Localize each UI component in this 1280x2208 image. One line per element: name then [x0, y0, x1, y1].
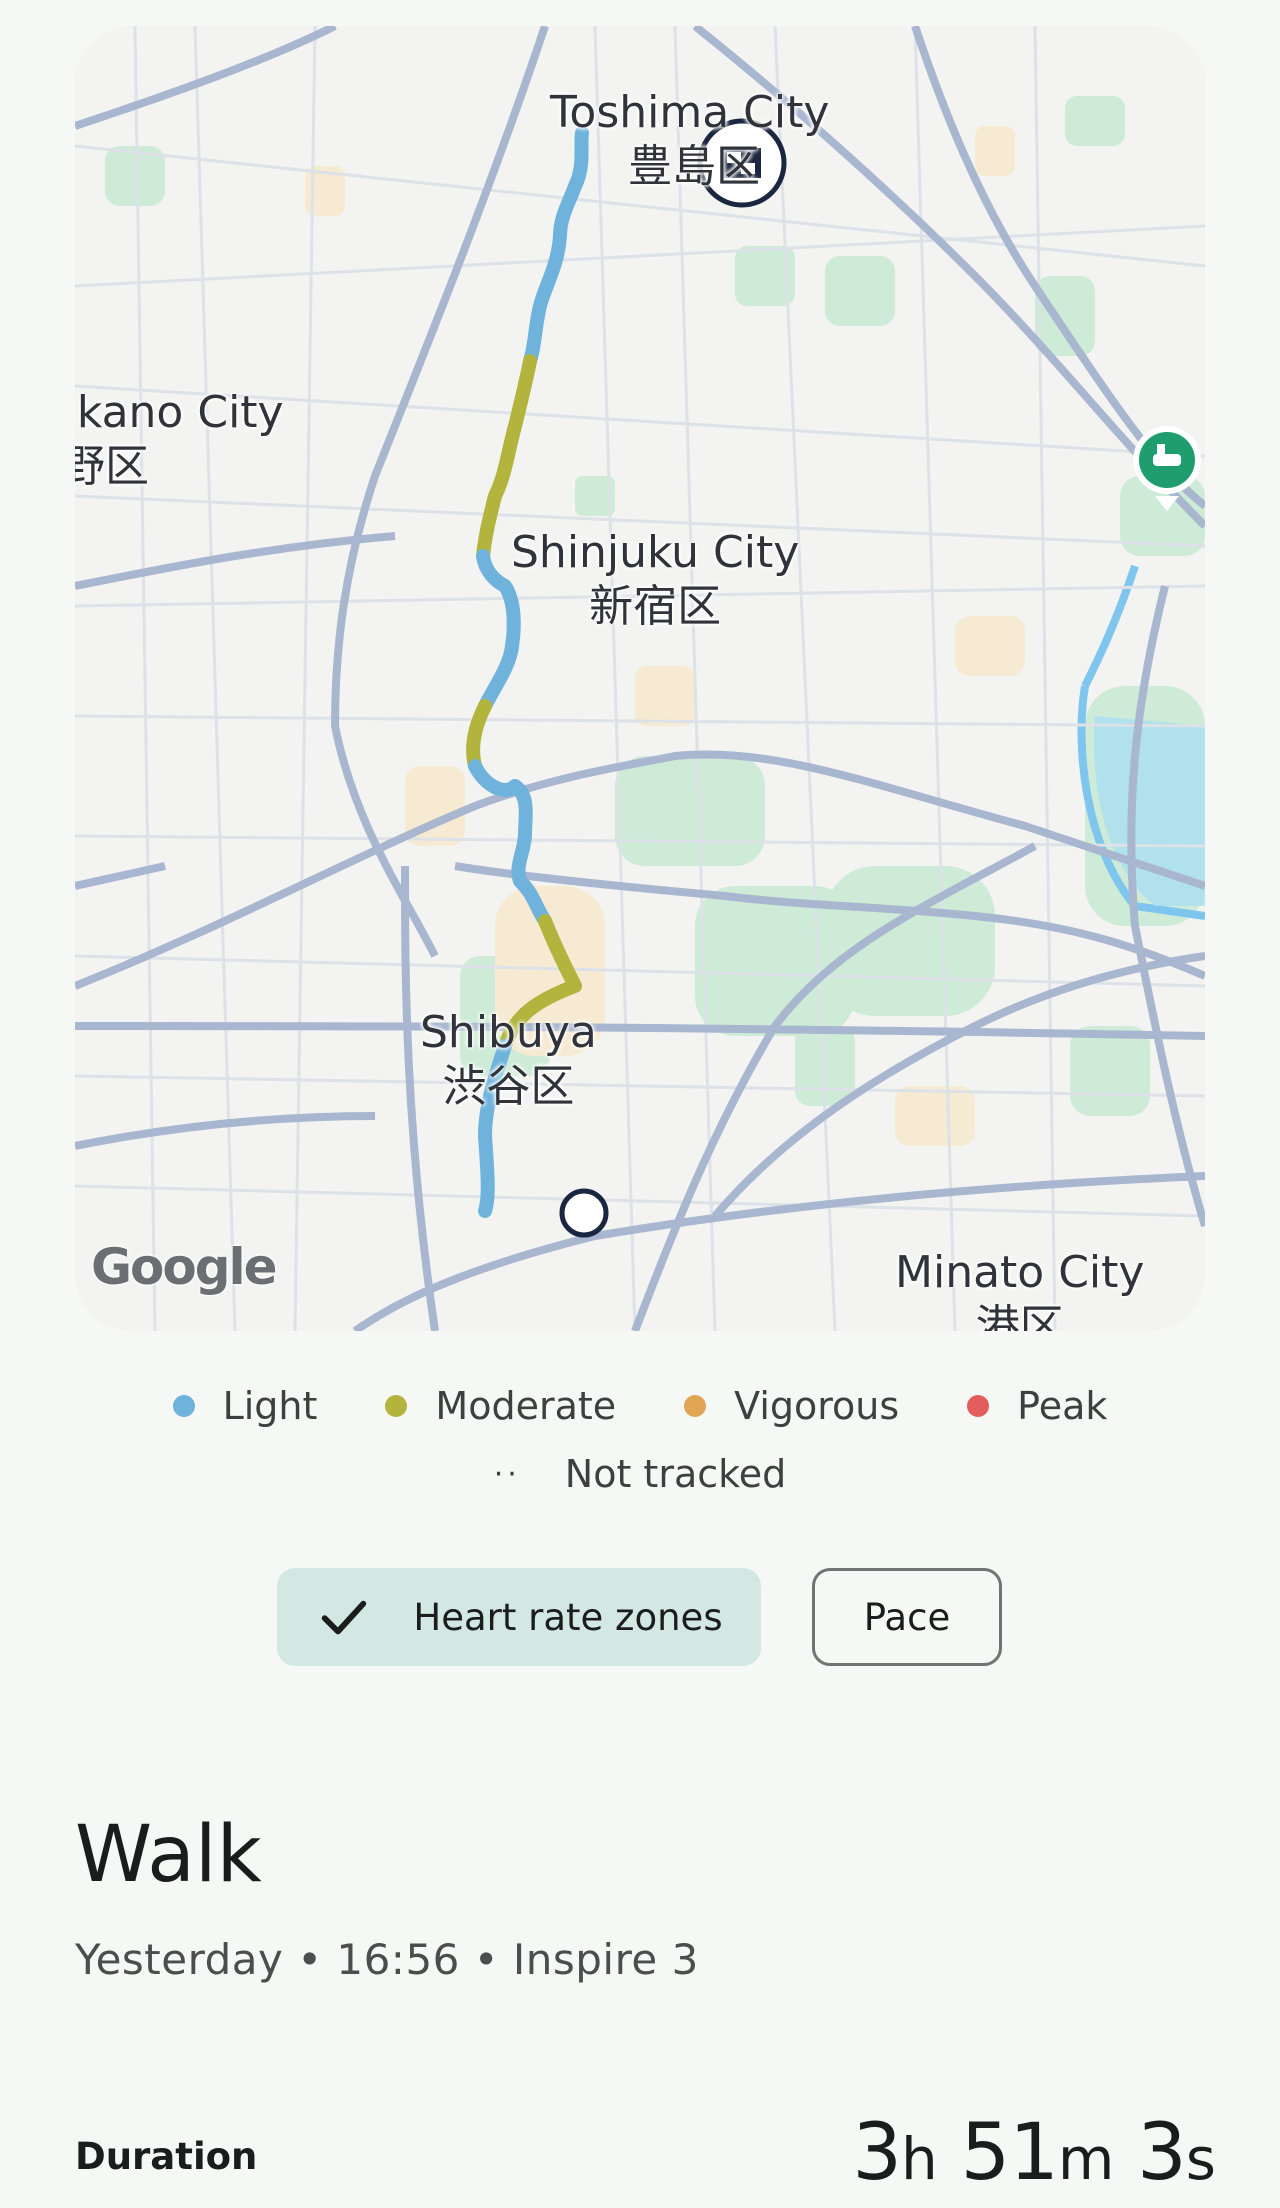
- map-label-shibuya: Shibuya 渋谷区: [420, 1007, 597, 1112]
- legend-label-vigorous: Vigorous: [734, 1384, 900, 1428]
- legend-label-light: Light: [222, 1384, 318, 1428]
- activity-title: Walk: [75, 1810, 262, 1900]
- legend-dot-vigorous: [684, 1395, 707, 1417]
- duration-minutes-unit: m: [1057, 2125, 1114, 2193]
- duration-hours-unit: h: [901, 2125, 938, 2193]
- map-label-minato: Minato City 港区: [895, 1247, 1145, 1331]
- google-attribution-logo: Google: [91, 1238, 278, 1296]
- not-tracked-dots-icon: ··: [493, 1456, 521, 1492]
- start-marker-icon[interactable]: [559, 1188, 609, 1238]
- map-label-toshima: Toshima City 豊島区: [550, 87, 830, 192]
- map-canvas: [75, 26, 1205, 1331]
- heart-rate-zones-label: Heart rate zones: [413, 1595, 723, 1639]
- duration-seconds: 3: [1137, 2108, 1187, 2198]
- legend-dot-light: [172, 1395, 195, 1417]
- legend-item-moderate: Moderate: [385, 1384, 616, 1428]
- legend-not-tracked: ·· Not tracked: [0, 1452, 1280, 1496]
- route-map[interactable]: Toshima City 豊島区 Nakano City 中野区 Shinjuk…: [75, 26, 1205, 1331]
- legend-label-not-tracked: Not tracked: [564, 1452, 787, 1496]
- legend-item-vigorous: Vigorous: [684, 1384, 899, 1428]
- activity-subtitle: Yesterday • 16:56 • Inspire 3: [75, 1935, 699, 1984]
- legend-item-not-tracked: ·· Not tracked: [494, 1452, 787, 1496]
- map-label-nakano: Nakano City 中野区: [75, 387, 284, 492]
- legend-dot-moderate: [385, 1395, 408, 1417]
- legend-label-peak: Peak: [1017, 1384, 1108, 1428]
- legend-label-moderate: Moderate: [435, 1384, 617, 1428]
- legend-zones: Light Moderate Vigorous Peak: [0, 1384, 1280, 1428]
- map-label-shinjuku: Shinjuku City 新宿区: [511, 527, 800, 632]
- pace-chip[interactable]: Pace: [812, 1568, 1002, 1666]
- duration-label: Duration: [75, 2135, 258, 2178]
- legend-item-light: Light: [172, 1384, 318, 1428]
- heart-rate-zones-chip[interactable]: Heart rate zones: [277, 1568, 761, 1666]
- duration-minutes: 51: [960, 2108, 1059, 2198]
- check-icon: [322, 1600, 367, 1635]
- duration-seconds-unit: s: [1185, 2125, 1216, 2193]
- duration-hours: 3: [852, 2108, 902, 2198]
- duration-value: 3h 51m 3s: [852, 2108, 1216, 2204]
- pace-label: Pace: [863, 1595, 951, 1639]
- legend-item-peak: Peak: [967, 1384, 1107, 1428]
- legend-dot-peak: [967, 1395, 990, 1417]
